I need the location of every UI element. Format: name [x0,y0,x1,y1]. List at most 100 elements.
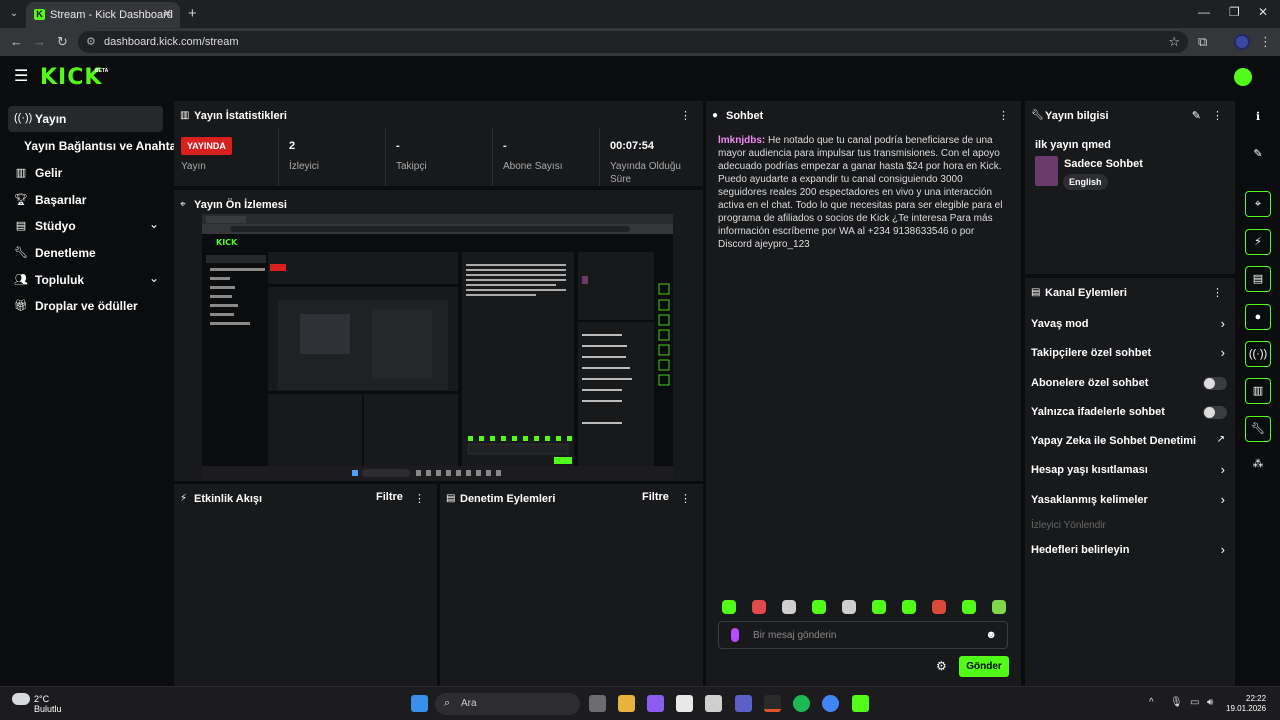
kick-app-icon[interactable] [852,695,869,712]
slow-mode-row[interactable]: Yavaş mod › [1031,314,1227,336]
teams-icon[interactable] [735,695,752,712]
stat-label: Yayında Olduğu Süre [610,161,681,185]
chevron-right-icon: › [1220,345,1225,360]
emotes-only-toggle[interactable] [1203,406,1227,419]
site-info-icon[interactable]: ⚙ [86,35,96,48]
more-options-icon[interactable]: ⋮ [1212,286,1223,299]
copilot-icon[interactable] [647,695,664,712]
reload-icon[interactable]: ↻ [57,34,68,50]
sidebar-item-achievements[interactable]: 🏆︎ Başarılar [8,187,163,213]
chat-settings-gear-icon[interactable]: ⚙ [936,659,947,673]
extensions-icon[interactable]: ⧉ [1198,34,1207,50]
kick-logo[interactable]: KICK [40,65,102,90]
emote-icon[interactable] [722,600,736,614]
ai-moderation-row[interactable]: Yapay Zeka ile Sohbet Denetimi ↗ [1031,431,1227,453]
bookmark-star-icon[interactable]: ☆ [1168,34,1180,50]
layout-icon[interactable]: ▥ [1245,378,1271,404]
chrome-icon[interactable] [822,695,839,712]
chat-message: lmknjdbs: He notado que tu canal podría … [718,134,1008,251]
sidebar-item-revenue[interactable]: ▥ Gelir [8,160,163,186]
broadcast-icon[interactable]: ((·)) [1245,341,1271,367]
sidebar-item-drops[interactable]: 🎁︎ Droplar ve ödüller [8,293,163,319]
info-icon[interactable]: ℹ [1245,105,1271,131]
kick-favicon-icon: K [34,9,45,20]
sidebar-item-stream[interactable]: ((·)) Yayın [8,106,163,132]
banned-words-row[interactable]: Yasaklanmış kelimeler › [1031,490,1227,512]
lightning-icon[interactable]: ⚡︎ [1245,229,1271,255]
more-options-icon[interactable]: ⋮ [1212,109,1223,122]
emote-icon[interactable] [812,600,826,614]
followers-only-row[interactable]: Takipçilere özel sohbet › [1031,343,1227,365]
file-explorer-icon[interactable] [618,695,635,712]
minimize-icon[interactable]: — [1198,5,1210,19]
document-icon[interactable]: ▤ [1245,266,1271,292]
emote-icon[interactable] [872,600,886,614]
chevron-down-icon[interactable]: ⌄ [149,217,159,231]
stream-preview-video[interactable]: KICK [202,214,673,480]
chat-username[interactable]: lmknjdbs: [718,135,765,146]
add-widget-icon[interactable]: ⁂ [1245,452,1271,478]
sidebar-item-studio[interactable]: ▤ Stüdyo ⌄ [8,213,163,239]
tab-search-dropdown-icon[interactable]: ⌄ [6,6,22,22]
send-button[interactable]: Gönder [959,656,1009,677]
notepad-icon[interactable] [676,695,693,712]
chevron-down-icon[interactable]: ⌄ [149,271,159,285]
taskbar-search[interactable]: ⌕ Ara [435,693,580,715]
network-icon[interactable]: ▭ [1190,697,1199,708]
external-link-icon: ↗ [1216,434,1225,445]
wrench-icon[interactable]: 🔧︎ [1245,416,1271,442]
url-bar[interactable]: ⚙ dashboard.kick.com/stream ☆ [78,31,1188,53]
hamburger-menu-icon[interactable]: ☰ [14,66,28,86]
back-icon[interactable]: ← [10,34,23,49]
more-options-icon[interactable]: ⋮ [680,492,691,505]
browser-profile-avatar[interactable] [1234,34,1250,50]
weather-widget[interactable]: 2°C Bulutlu [34,694,62,714]
store-icon[interactable] [705,695,722,712]
chat-bubble-icon[interactable]: ● [1245,304,1271,330]
windows-start-icon[interactable] [411,695,428,712]
edit-pencil-icon[interactable]: ✎ [1192,109,1201,122]
emote-icon[interactable] [992,600,1006,614]
new-tab-icon[interactable]: + [188,5,197,22]
sidebar-item-community[interactable]: 👥︎ Topluluk ⌄ [8,267,163,293]
restore-icon[interactable]: ❐ [1229,5,1240,19]
sidebar-item-moderation[interactable]: 🔧︎ Denetleme [8,240,163,266]
emote-icon[interactable] [782,600,796,614]
broadcast-icon: ((·)) [14,112,33,124]
set-goals-row[interactable]: Hedefleri belirleyin › [1031,540,1227,562]
volume-icon[interactable]: 🔊︎ [1207,697,1213,708]
spotify-icon[interactable] [793,695,810,712]
microphone-icon[interactable] [731,628,739,642]
tray-chevron-icon[interactable]: ^ [1149,697,1154,708]
emote-icon[interactable] [752,600,766,614]
emote-icon[interactable] [842,600,856,614]
moderation-filter-button[interactable]: Filtre [642,491,669,503]
subscribers-only-toggle[interactable] [1203,377,1227,390]
sidebar-item-label: Topluluk [35,273,85,287]
more-options-icon[interactable]: ⋮ [998,109,1009,122]
forward-icon[interactable]: → [33,34,46,49]
user-avatar[interactable] [1234,68,1252,86]
preview-toggle-icon[interactable]: ⌖ [1245,191,1271,217]
emoji-picker-icon[interactable]: ☻ [985,629,997,641]
emote-icon[interactable] [962,600,976,614]
emote-icon[interactable] [902,600,916,614]
activity-filter-button[interactable]: Filtre [376,491,403,503]
microphone-icon[interactable]: 🎙︎ [1170,697,1183,708]
browser-menu-icon[interactable]: ⋮ [1259,34,1272,50]
stat-label: Takipçi [396,161,427,172]
sidebar-item-stream-key[interactable]: Yayın Bağlantısı ve Anahtarı [8,133,184,159]
task-view-icon[interactable] [589,695,606,712]
more-options-icon[interactable]: ⋮ [680,109,691,122]
more-options-icon[interactable]: ⋮ [414,492,425,505]
browser-tab[interactable]: K Stream - Kick Dashboard ✕ [26,2,180,28]
system-clock[interactable]: 22:22 19.01.2026 [1226,694,1266,714]
category-name[interactable]: Sadece Sohbet [1064,158,1143,170]
chat-message-input[interactable]: Bir mesaj gönderin ☻ [718,621,1008,649]
emote-icon[interactable] [932,600,946,614]
account-age-row[interactable]: Hesap yaşı kısıtlaması › [1031,460,1227,482]
tab-close-icon[interactable]: ✕ [163,7,172,20]
edit-pencil-icon[interactable]: ✎ [1245,142,1271,168]
close-window-icon[interactable]: ✕ [1258,5,1268,19]
app-icon[interactable] [764,695,781,712]
